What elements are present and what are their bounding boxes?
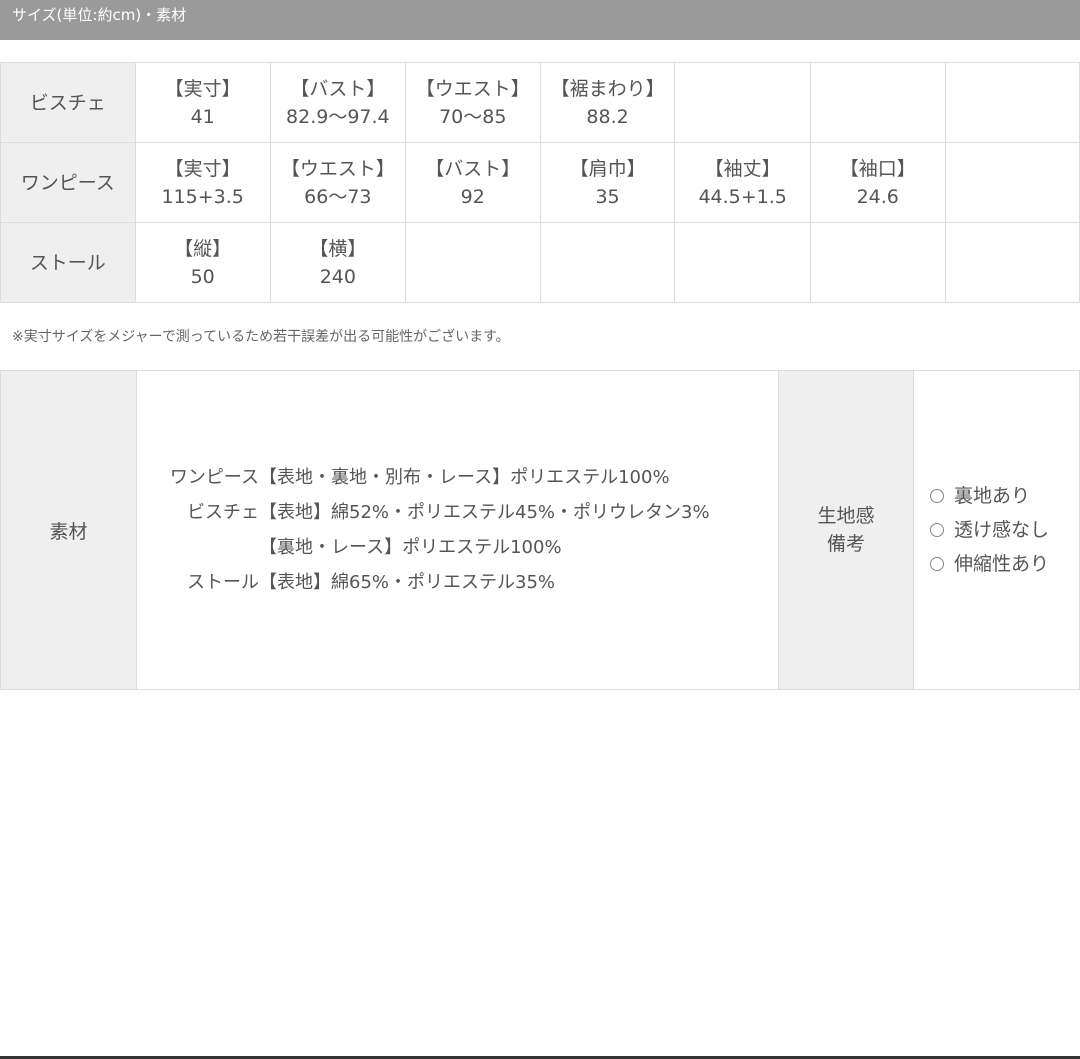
table-row: ワンピース 【実寸】 115+3.5 【ウエスト】 66〜73 【バスト】 92 【肩… (0, 142, 1080, 223)
radio-circle-icon (930, 489, 944, 503)
size-cell-empty (539, 222, 676, 303)
size-cell: 【袖口】 24.6 (809, 142, 946, 223)
material-line: ワンピース【表地・裏地・別布・レース】ポリエステル100% (169, 467, 670, 488)
measurement-note: ※実寸サイズをメジャーで測っているため若干誤差が出る可能性がございます。 (12, 329, 510, 345)
size-cell-empty (809, 62, 946, 143)
size-cell-empty (674, 222, 811, 303)
list-item: 透け感なし (930, 513, 1079, 547)
size-cell-empty (944, 222, 1080, 303)
size-cell: 【実寸】 41 (134, 62, 271, 143)
size-cell-empty (404, 222, 541, 303)
size-cell: 【袖丈】 44.5+1.5 (674, 142, 811, 223)
material-line: ストール【表地】綿65%・ポリエステル35% (187, 572, 556, 593)
material-line: ビスチェ【表地】綿52%・ポリエステル45%・ポリウレタン3% (187, 502, 710, 523)
size-cell-empty (944, 62, 1080, 143)
row-header-stole: ストール (0, 222, 136, 303)
table-row: ストール 【縦】 50 【横】 240 (0, 222, 1080, 303)
size-cell: 【ウエスト】 66〜73 (269, 142, 406, 223)
fabric-feel-heading: 生地感 備考 (778, 370, 914, 690)
size-cell-empty (944, 142, 1080, 223)
size-cell: 【横】 240 (269, 222, 406, 303)
size-cell: 【縦】 50 (134, 222, 271, 303)
size-cell: 【バスト】 92 (404, 142, 541, 223)
material-heading: 素材 (0, 370, 137, 690)
section-header: サイズ(単位:約cm)・素材 (0, 0, 1080, 40)
size-table: ビスチェ 【実寸】 41 【バスト】 82.9〜97.4 【ウエスト】 70〜85 【… (0, 62, 1080, 303)
material-details: ワンピース【表地・裏地・別布・レース】ポリエステル100% ビスチェ【表地】綿5… (136, 370, 779, 690)
size-cell: 【裾まわり】 88.2 (539, 62, 676, 143)
list-item: 裏地あり (930, 479, 1079, 513)
size-cell-empty (809, 222, 946, 303)
section-title: サイズ(単位:約cm)・素材 (12, 6, 187, 24)
row-header-dress: ワンピース (0, 142, 136, 223)
size-cell-empty (674, 62, 811, 143)
size-cell: 【肩巾】 35 (539, 142, 676, 223)
row-header-bustier: ビスチェ (0, 62, 136, 143)
size-cell: 【実寸】 115+3.5 (134, 142, 271, 223)
material-line: 【裏地・レース】ポリエステル100% (259, 537, 562, 558)
radio-circle-icon (930, 557, 944, 571)
table-row: 素材 ワンピース【表地・裏地・別布・レース】ポリエステル100% ビスチェ【表地… (0, 370, 1080, 690)
material-table: 素材 ワンピース【表地・裏地・別布・レース】ポリエステル100% ビスチェ【表地… (0, 370, 1080, 690)
list-item: 伸縮性あり (930, 547, 1079, 581)
table-row: ビスチェ 【実寸】 41 【バスト】 82.9〜97.4 【ウエスト】 70〜85 【… (0, 62, 1080, 143)
fabric-feel-list: 裏地あり 透け感なし 伸縮性あり (913, 370, 1080, 690)
size-cell: 【ウエスト】 70〜85 (404, 62, 541, 143)
radio-circle-icon (930, 523, 944, 537)
size-cell: 【バスト】 82.9〜97.4 (269, 62, 406, 143)
